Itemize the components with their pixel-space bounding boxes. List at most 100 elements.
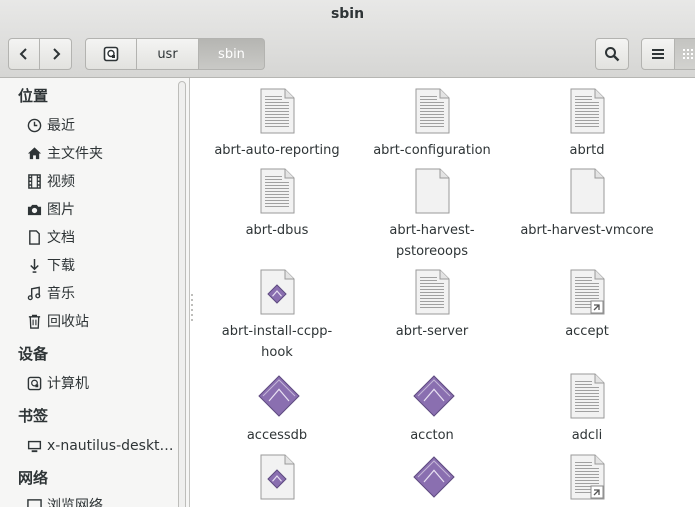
network-icon bbox=[26, 497, 42, 507]
executable-file-icon bbox=[412, 373, 455, 419]
sidebar-item-label: 音乐 bbox=[47, 286, 75, 302]
file-name: abrt-server bbox=[395, 324, 469, 339]
text-file-icon bbox=[257, 168, 297, 214]
chevron-right-icon bbox=[52, 48, 60, 60]
sidebar-item-label: x-nautilus-deskt… bbox=[47, 438, 174, 454]
clock-icon bbox=[26, 117, 42, 133]
drive-icon bbox=[26, 375, 42, 391]
list-view-button[interactable] bbox=[641, 38, 675, 70]
file-name: abrtd bbox=[569, 143, 605, 158]
sidebar-item-label: 回收站 bbox=[47, 314, 89, 330]
list-icon bbox=[652, 49, 664, 59]
forward-button[interactable] bbox=[40, 38, 72, 70]
sidebar: 位置 最近 主文件夹 视频 图片 文档 下载 音乐 回收站 设备 计算机 书签 … bbox=[0, 78, 190, 507]
computer-icon bbox=[26, 438, 42, 454]
grid-icon bbox=[683, 49, 693, 59]
sidebar-item-recent[interactable]: 最近 bbox=[26, 113, 176, 137]
header-bar: sbin usr sbin bbox=[0, 0, 695, 78]
file-name: abrt-install-ccpp- hook bbox=[221, 324, 333, 360]
file-item[interactable] bbox=[357, 454, 507, 506]
file-item[interactable] bbox=[512, 454, 662, 506]
file-name: abrt-harvest-vmcore bbox=[520, 223, 654, 238]
file-item[interactable]: abrtd bbox=[512, 88, 662, 161]
chevron-left-icon bbox=[19, 48, 27, 60]
file-name: abrt-configuration bbox=[373, 143, 491, 158]
symlink-file-icon bbox=[567, 454, 607, 500]
sidebar-item-documents[interactable]: 文档 bbox=[26, 225, 176, 249]
text-file-icon bbox=[257, 88, 297, 134]
window-title: sbin bbox=[330, 6, 365, 22]
path-bar: usr sbin bbox=[85, 38, 265, 70]
camera-icon bbox=[26, 201, 42, 217]
back-button[interactable] bbox=[8, 38, 40, 70]
trash-icon bbox=[26, 313, 42, 329]
sidebar-item-label: 浏览网络 bbox=[47, 498, 103, 507]
file-item[interactable]: abrt-configuration bbox=[357, 88, 507, 161]
search-icon bbox=[605, 47, 620, 62]
sidebar-item-computer[interactable]: 计算机 bbox=[26, 371, 176, 395]
file-view: abrt-auto-reporting abrt-configuration abr… bbox=[196, 78, 695, 507]
file-item[interactable]: accessdb bbox=[202, 373, 352, 446]
file-item[interactable]: abrt-dbus bbox=[202, 168, 352, 241]
text-file-icon bbox=[412, 88, 452, 134]
sidebar-item-home[interactable]: 主文件夹 bbox=[26, 141, 176, 165]
file-item[interactable]: abrt-auto-reporting bbox=[202, 88, 352, 161]
download-icon bbox=[26, 257, 42, 273]
file-item[interactable] bbox=[202, 454, 352, 506]
file-name: accept bbox=[565, 324, 609, 339]
text-file-icon bbox=[412, 168, 452, 214]
text-file-icon bbox=[567, 88, 607, 134]
executable-file-icon bbox=[257, 454, 297, 500]
sidebar-scrollbar[interactable] bbox=[178, 81, 186, 507]
film-icon bbox=[26, 173, 42, 189]
sidebar-item-label: 视频 bbox=[47, 174, 75, 190]
file-name: abrt-dbus bbox=[245, 223, 309, 238]
sidebar-item-pictures[interactable]: 图片 bbox=[26, 197, 176, 221]
executable-file-icon bbox=[257, 373, 300, 419]
text-file-icon bbox=[567, 168, 607, 214]
home-icon bbox=[26, 145, 42, 161]
sidebar-section-network: 网络 bbox=[18, 469, 49, 487]
sidebar-item-label: 图片 bbox=[47, 202, 75, 218]
executable-file-icon bbox=[412, 454, 455, 500]
file-item[interactable]: abrt-install-ccpp- hook bbox=[202, 269, 352, 363]
file-name: abrt-auto-reporting bbox=[214, 143, 340, 158]
file-name: adcli bbox=[571, 428, 603, 443]
music-note-icon bbox=[26, 285, 42, 301]
file-name: accton bbox=[410, 428, 454, 443]
sidebar-item-label: 最近 bbox=[47, 118, 75, 134]
document-icon bbox=[26, 229, 42, 245]
file-name: abrt-harvest- pstoreoops bbox=[389, 223, 475, 259]
path-crumb-root[interactable] bbox=[85, 38, 137, 70]
path-crumb-sbin[interactable]: sbin bbox=[199, 38, 265, 70]
sidebar-section-places: 位置 bbox=[18, 87, 49, 105]
sidebar-item-label: 主文件夹 bbox=[47, 146, 103, 162]
sidebar-item-browse-network[interactable]: 浏览网络 bbox=[26, 493, 176, 507]
sidebar-section-bookmarks: 书签 bbox=[18, 407, 49, 425]
file-item[interactable]: accton bbox=[357, 373, 507, 446]
sidebar-item-label: 计算机 bbox=[47, 376, 89, 392]
text-file-icon bbox=[412, 269, 452, 315]
path-crumb-usr[interactable]: usr bbox=[137, 38, 199, 70]
sidebar-item-desktop-bookmark[interactable]: x-nautilus-deskt… bbox=[26, 434, 176, 458]
symlink-file-icon bbox=[567, 269, 607, 315]
sidebar-item-videos[interactable]: 视频 bbox=[26, 169, 176, 193]
sidebar-item-label: 下载 bbox=[47, 258, 75, 274]
search-button[interactable] bbox=[595, 38, 629, 70]
grid-view-button[interactable] bbox=[674, 38, 695, 70]
executable-file-icon bbox=[257, 269, 297, 315]
nav-buttons bbox=[8, 38, 72, 70]
file-item[interactable]: abrt-server bbox=[357, 269, 507, 342]
pane-resize-handle[interactable] bbox=[190, 292, 194, 322]
sidebar-item-music[interactable]: 音乐 bbox=[26, 281, 176, 305]
file-item[interactable]: adcli bbox=[512, 373, 662, 446]
drive-icon bbox=[103, 46, 119, 62]
file-item[interactable]: abrt-harvest-vmcore bbox=[512, 168, 662, 241]
sidebar-item-downloads[interactable]: 下载 bbox=[26, 253, 176, 277]
text-file-icon bbox=[567, 373, 607, 419]
file-item[interactable]: abrt-harvest- pstoreoops bbox=[357, 168, 507, 262]
sidebar-item-trash[interactable]: 回收站 bbox=[26, 309, 176, 333]
sidebar-section-devices: 设备 bbox=[18, 345, 49, 363]
file-item[interactable]: accept bbox=[512, 269, 662, 342]
file-name: accessdb bbox=[246, 428, 308, 443]
